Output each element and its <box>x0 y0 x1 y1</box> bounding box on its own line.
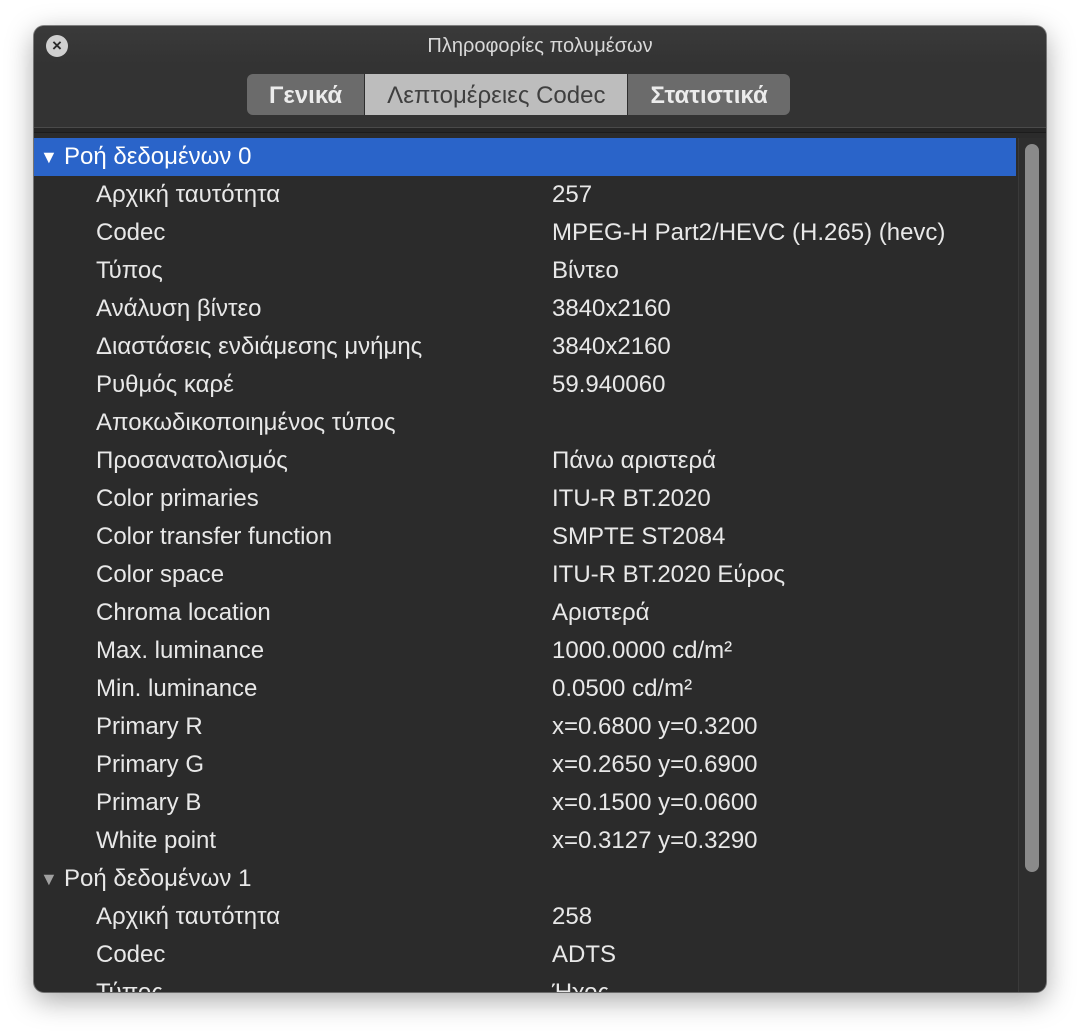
property-row[interactable]: Primary R x=0.6800 y=0.3200 <box>34 708 1046 746</box>
tab-bar: Γενικά Λεπτομέρειες Codec Στατιστικά <box>247 74 790 115</box>
property-row[interactable]: Color space ITU-R BT.2020 Εύρος <box>34 556 1046 594</box>
toolbar-divider <box>34 127 1046 133</box>
tab-codec-details[interactable]: Λεπτομέρειες Codec <box>364 74 628 115</box>
property-value: 3840x2160 <box>552 333 671 360</box>
property-value: SMPTE ST2084 <box>552 523 726 550</box>
property-row[interactable]: Αρχική ταυτότητα 258 <box>34 898 1046 936</box>
property-value: 258 <box>552 903 593 930</box>
tab-general[interactable]: Γενικά <box>247 74 365 115</box>
property-row[interactable]: Ρυθμός καρέ 59.940060 <box>34 366 1046 404</box>
property-row[interactable]: White point x=0.3127 y=0.3290 <box>34 822 1046 860</box>
window-title: Πληροφορίες πολυμέσων <box>427 35 653 57</box>
property-label: Color transfer function <box>96 523 333 550</box>
property-label: Διαστάσεις ενδιάμεσης μνήμης <box>96 333 423 360</box>
disclosure-triangle-icon[interactable]: ▼ <box>40 860 64 898</box>
tab-statistics[interactable]: Στατιστικά <box>627 74 790 115</box>
property-value: x=0.2650 y=0.6900 <box>552 751 758 778</box>
property-label: Ρυθμός καρέ <box>96 371 234 398</box>
property-label: Ανάλυση βίντεο <box>96 295 262 322</box>
close-icon[interactable]: × <box>46 35 68 57</box>
property-value: ADTS <box>552 941 617 968</box>
property-label: Αρχική ταυτότητα <box>96 903 281 930</box>
property-row[interactable]: Color primaries ITU-R BT.2020 <box>34 480 1046 518</box>
property-label: Max. luminance <box>96 637 265 664</box>
stream-header-1[interactable]: ▼ Ροή δεδομένων 1 <box>34 860 1016 898</box>
property-row[interactable]: Max. luminance 1000.0000 cd/m² <box>34 632 1046 670</box>
codec-details-tree[interactable]: ▼ Ροή δεδομένων 0 Αρχική ταυτότητα 257 Codec… <box>34 138 1046 992</box>
property-value: 257 <box>552 181 593 208</box>
stream-header-label: Ροή δεδομένων 0 <box>64 143 252 170</box>
property-row[interactable]: Τύπος Ήχος <box>34 974 1046 992</box>
property-value: x=0.1500 y=0.0600 <box>552 789 758 816</box>
property-value: ITU-R BT.2020 <box>552 485 711 512</box>
property-row[interactable]: Primary B x=0.1500 y=0.0600 <box>34 784 1046 822</box>
property-row[interactable]: Primary G x=0.2650 y=0.6900 <box>34 746 1046 784</box>
disclosure-triangle-icon[interactable]: ▼ <box>40 138 64 176</box>
property-label: Primary R <box>96 713 203 740</box>
toolbar: Γενικά Λεπτομέρειες Codec Στατιστικά <box>34 64 1046 128</box>
property-value: 1000.0000 cd/m² <box>552 637 733 664</box>
property-value: 3840x2160 <box>552 295 671 322</box>
property-row[interactable]: Codec ADTS <box>34 936 1046 974</box>
stream-tree: ▼ Ροή δεδομένων 0 Αρχική ταυτότητα 257 Codec… <box>34 138 1046 992</box>
property-label: Codec <box>96 219 166 246</box>
property-label: Αρχική ταυτότητα <box>96 181 281 208</box>
title-bar[interactable]: Πληροφορίες πολυμέσων × <box>34 26 1046 64</box>
property-label: Chroma location <box>96 599 271 626</box>
property-row[interactable]: Τύπος Βίντεο <box>34 252 1046 290</box>
property-row[interactable]: Αποκωδικοποιημένος τύπος <box>34 404 1046 442</box>
property-value: Ήχος <box>552 974 609 992</box>
property-label: Προσανατολισμός <box>96 447 288 474</box>
property-row[interactable]: Αρχική ταυτότητα 257 <box>34 176 1046 214</box>
property-row[interactable]: Min. luminance 0.0500 cd/m² <box>34 670 1046 708</box>
property-row[interactable]: Color transfer function SMPTE ST2084 <box>34 518 1046 556</box>
property-label: Color space <box>96 561 225 588</box>
property-value: 0.0500 cd/m² <box>552 675 693 702</box>
property-row[interactable]: Προσανατολισμός Πάνω αριστερά <box>34 442 1046 480</box>
media-information-window: Πληροφορίες πολυμέσων × Γενικά Λεπτομέρε… <box>34 26 1046 992</box>
property-label: White point <box>96 827 217 854</box>
property-label: Primary B <box>96 789 202 816</box>
property-row[interactable]: Ανάλυση βίντεο 3840x2160 <box>34 290 1046 328</box>
scrollbar-thumb[interactable] <box>1025 144 1039 872</box>
property-row[interactable]: Διαστάσεις ενδιάμεσης μνήμης 3840x2160 <box>34 328 1046 366</box>
property-value: Βίντεο <box>552 257 619 284</box>
property-label: Color primaries <box>96 485 259 512</box>
property-value: Αριστερά <box>552 599 650 626</box>
vertical-scrollbar[interactable] <box>1018 138 1045 992</box>
stream-header-0[interactable]: ▼ Ροή δεδομένων 0 <box>34 138 1016 176</box>
property-label: Τύπος <box>96 974 163 992</box>
property-value: ITU-R BT.2020 Εύρος <box>552 561 786 588</box>
property-label: Codec <box>96 941 166 968</box>
property-value: 59.940060 <box>552 371 666 398</box>
property-value: x=0.3127 y=0.3290 <box>552 827 758 854</box>
property-value: Πάνω αριστερά <box>552 447 716 474</box>
property-value: MPEG-H Part2/HEVC (H.265) (hevc) <box>552 219 946 246</box>
property-label: Τύπος <box>96 257 163 284</box>
property-label: Αποκωδικοποιημένος τύπος <box>96 409 396 436</box>
property-label: Min. luminance <box>96 675 258 702</box>
property-row[interactable]: Codec MPEG-H Part2/HEVC (H.265) (hevc) <box>34 214 1046 252</box>
property-row[interactable]: Chroma location Αριστερά <box>34 594 1046 632</box>
property-value: x=0.6800 y=0.3200 <box>552 713 758 740</box>
property-label: Primary G <box>96 751 204 778</box>
stream-header-label: Ροή δεδομένων 1 <box>64 865 252 892</box>
